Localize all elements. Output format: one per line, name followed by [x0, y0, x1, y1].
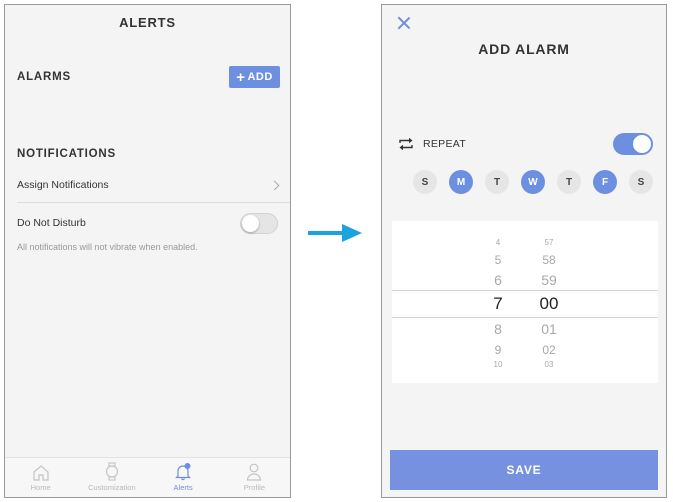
hour-option: 10: [493, 360, 503, 369]
page-title: ADD ALARM: [478, 41, 570, 57]
person-icon: [247, 463, 262, 481]
arrow-right-icon: [308, 224, 362, 242]
add-alarm-button[interactable]: + ADD: [229, 66, 280, 88]
hour-option: 9: [494, 343, 502, 357]
minute-option: 59: [541, 272, 557, 288]
hour-selected: 7: [493, 294, 503, 313]
minute-option: 01: [541, 321, 557, 337]
do-not-disturb-label: Do Not Disturb: [17, 217, 86, 229]
day-friday[interactable]: F: [593, 170, 617, 194]
toggle-knob: [242, 214, 259, 232]
tab-customization-label: Customization: [88, 483, 136, 492]
hour-option: 6: [494, 272, 502, 288]
minute-option: 57: [544, 238, 554, 247]
tab-profile[interactable]: Profile: [219, 458, 290, 497]
tab-bar: Home Customization Alerts Profile: [5, 457, 290, 497]
day-monday[interactable]: M: [449, 170, 473, 194]
day-tuesday[interactable]: T: [485, 170, 509, 194]
add-button-label: ADD: [247, 71, 273, 83]
repeat-icon: [399, 137, 413, 151]
add-alarm-screen: ADD ALARM REPEAT S M T W T F S 4 5 6 7 8…: [381, 4, 667, 498]
repeat-label: REPEAT: [423, 138, 467, 150]
picker-selection-line: [392, 290, 658, 291]
day-thursday[interactable]: T: [557, 170, 581, 194]
bell-icon: [175, 463, 192, 481]
assign-notifications-row[interactable]: Assign Notifications: [5, 170, 290, 200]
do-not-disturb-toggle[interactable]: [240, 212, 278, 234]
chevron-right-icon: [269, 180, 280, 190]
divider: [17, 202, 290, 203]
minute-option: 02: [542, 343, 556, 357]
hour-option: 8: [494, 321, 502, 337]
picker-selection-line: [392, 317, 658, 318]
hour-option: 4: [495, 238, 501, 247]
notifications-section-label: NOTIFICATIONS: [17, 148, 116, 160]
day-wednesday[interactable]: W: [521, 170, 545, 194]
weekday-selector: S M T W T F S: [413, 170, 653, 194]
save-button[interactable]: SAVE: [390, 450, 658, 490]
page-title: ALERTS: [119, 15, 176, 30]
do-not-disturb-hint: All notifications will not vibrate when …: [17, 242, 198, 252]
home-icon: [33, 465, 49, 481]
tab-home[interactable]: Home: [5, 458, 76, 497]
day-saturday[interactable]: S: [629, 170, 653, 194]
plus-icon: +: [236, 68, 246, 86]
alarms-section-label: ALARMS: [17, 71, 71, 83]
toggle-knob: [633, 135, 651, 153]
assign-notifications-label: Assign Notifications: [17, 179, 109, 191]
do-not-disturb-row: Do Not Disturb: [5, 208, 290, 238]
tab-alerts[interactable]: Alerts: [148, 458, 219, 497]
alerts-screen: ALERTS ALARMS + ADD NOTIFICATIONS Assign…: [4, 4, 291, 498]
tab-alerts-label: Alerts: [173, 483, 193, 492]
repeat-toggle[interactable]: [613, 133, 653, 155]
tab-home-label: Home: [30, 483, 51, 492]
close-icon[interactable]: [396, 15, 412, 31]
tab-profile-label: Profile: [243, 483, 265, 492]
tab-customization[interactable]: Customization: [76, 458, 147, 497]
minute-option: 58: [542, 253, 556, 267]
minute-option: 03: [544, 360, 554, 369]
watch-icon: [105, 462, 118, 481]
time-picker[interactable]: 4 5 6 7 8 9 10 57 58 59 00 01 02 03: [392, 221, 658, 383]
hour-option: 5: [494, 253, 502, 267]
day-sunday[interactable]: S: [413, 170, 437, 194]
minute-selected: 00: [539, 294, 559, 313]
